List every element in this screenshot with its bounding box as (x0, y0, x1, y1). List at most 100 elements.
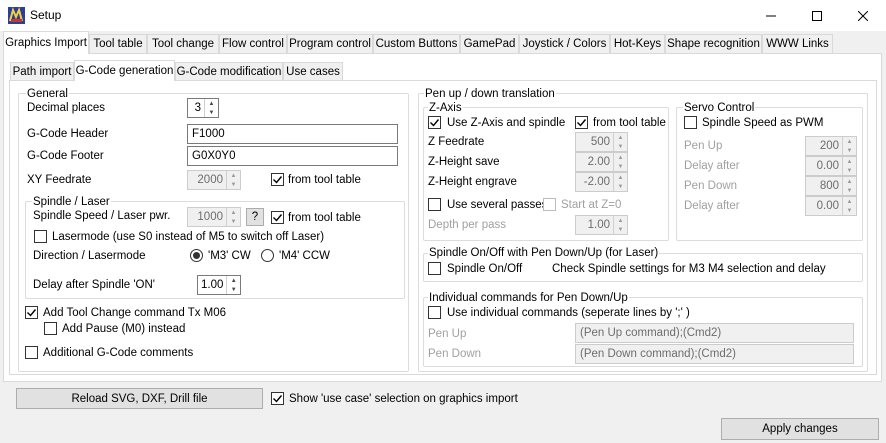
m4-ccw-radio[interactable] (261, 249, 274, 262)
delay-after-spindle-label: Delay after Spindle 'ON' (33, 279, 156, 291)
z-height-save-value: 2.00 (587, 156, 610, 168)
stepper-up-icon[interactable]: ▲ (843, 177, 856, 186)
stepper-down-icon[interactable]: ▼ (843, 206, 856, 215)
decimal-places-stepper[interactable]: 3 ▲ ▼ (187, 98, 219, 118)
gcode-header-input[interactable]: F1000 (187, 124, 398, 144)
gcode-footer-input[interactable]: G0X0Y0 (187, 146, 398, 166)
start-at-z0-checkbox[interactable] (543, 198, 556, 211)
tab-www-links[interactable]: WWW Links (762, 34, 833, 53)
tab-graphics-import[interactable]: Graphics Import (3, 31, 89, 54)
servo-delay2-stepper[interactable]: 0.00 ▲ ▼ (805, 196, 857, 216)
reload-file-button[interactable]: Reload SVG, DXF, Drill file (16, 388, 263, 409)
stepper-down-icon[interactable]: ▼ (227, 180, 240, 189)
stepper-up-icon[interactable]: ▲ (843, 197, 856, 206)
stepper-down-icon[interactable]: ▼ (614, 225, 627, 234)
pwm-checkbox[interactable] (684, 116, 697, 129)
individual-commands-checkbox[interactable] (428, 306, 441, 319)
add-pause-label: Add Pause (M0) instead (62, 323, 186, 335)
stepper-down-icon[interactable]: ▼ (614, 182, 627, 191)
show-use-case-label: Show 'use case' selection on graphics im… (289, 393, 518, 405)
delay-after-spindle-stepper[interactable]: 1.00 ▲ ▼ (197, 275, 241, 295)
spindle-help-button[interactable]: ? (246, 208, 264, 226)
stepper-down-icon[interactable]: ▼ (614, 142, 627, 151)
m3-cw-radio[interactable] (190, 249, 203, 262)
tool-change-label: Add Tool Change command Tx M06 (43, 307, 227, 319)
add-pause-checkbox[interactable] (44, 322, 57, 335)
tab-program-control[interactable]: Program control (287, 34, 373, 53)
z-feedrate-value: 500 (590, 136, 610, 148)
tab-tool-table[interactable]: Tool table (89, 34, 147, 53)
individual-pen-up-input[interactable]: (Pen Up command);(Cmd2) (575, 323, 854, 343)
tab-custom-buttons[interactable]: Custom Buttons (373, 34, 460, 53)
lasermode-label: Lasermode (use S0 instead of M5 to switc… (52, 231, 325, 243)
stepper-up-icon[interactable]: ▲ (205, 99, 218, 108)
depth-per-pass-label: Depth per pass (428, 219, 506, 231)
stepper-up-icon[interactable]: ▲ (227, 208, 240, 217)
tab-use-cases[interactable]: Use cases (283, 62, 343, 80)
tab-hot-keys[interactable]: Hot-Keys (610, 34, 665, 53)
stepper-up-icon[interactable]: ▲ (227, 276, 240, 285)
several-passes-checkbox[interactable] (428, 198, 441, 211)
apply-changes-button[interactable]: Apply changes (721, 418, 879, 440)
stepper-down-icon[interactable]: ▼ (843, 186, 856, 195)
individual-pen-down-input[interactable]: (Pen Down command);(Cmd2) (575, 344, 854, 364)
close-button[interactable] (840, 0, 886, 31)
lasermode-checkbox[interactable] (34, 230, 47, 243)
servo-pen-up-stepper[interactable]: 200 ▲ ▼ (805, 136, 857, 156)
use-z-axis-checkbox[interactable] (428, 116, 441, 129)
spindle-onoff-checkbox[interactable] (428, 262, 441, 275)
servo-delay1-stepper[interactable]: 0.00 ▲ ▼ (805, 156, 857, 176)
tab-tool-change[interactable]: Tool change (147, 34, 219, 53)
stepper-up-icon[interactable]: ▲ (614, 153, 627, 162)
xy-feedrate-stepper[interactable]: 2000 ▲ ▼ (187, 170, 241, 190)
xy-from-tool-table-checkbox[interactable] (271, 173, 284, 186)
show-use-case-checkbox[interactable] (271, 392, 284, 405)
z-height-save-stepper[interactable]: 2.00 ▲ ▼ (575, 152, 628, 172)
maximize-icon (812, 10, 822, 21)
depth-per-pass-stepper[interactable]: 1.00 ▲ ▼ (575, 215, 628, 235)
spindle-speed-stepper[interactable]: 1000 ▲ ▼ (187, 207, 241, 227)
spindle-from-tool-table-checkbox[interactable] (271, 211, 284, 224)
servo-pen-down-stepper[interactable]: 800 ▲ ▼ (805, 176, 857, 196)
gcode-comments-checkbox[interactable] (25, 346, 38, 359)
individual-pen-down-label: Pen Down (428, 348, 482, 360)
tab-joystick-colors[interactable]: Joystick / Colors (519, 34, 610, 53)
decimal-places-label: Decimal places (27, 102, 105, 114)
tab-gamepad[interactable]: GamePad (460, 34, 519, 53)
stepper-up-icon[interactable]: ▲ (227, 171, 240, 180)
tab-flow-control[interactable]: Flow control (219, 34, 287, 53)
pwm-label: Spindle Speed as PWM (702, 117, 824, 129)
stepper-down-icon[interactable]: ▼ (227, 285, 240, 294)
stepper-up-icon[interactable]: ▲ (843, 137, 856, 146)
gcode-comments-label: Additional G-Code comments (43, 347, 194, 359)
tab-shape-recognition[interactable]: Shape recognition (665, 34, 762, 53)
z-feedrate-stepper[interactable]: 500 ▲ ▼ (575, 132, 628, 152)
checkmark-icon (430, 119, 440, 127)
use-z-axis-label: Use Z-Axis and spindle (447, 117, 566, 129)
tab-path-import[interactable]: Path import (10, 62, 74, 80)
stepper-down-icon[interactable]: ▼ (205, 108, 218, 117)
spindle-speed-value: 1000 (197, 211, 223, 223)
stepper-down-icon[interactable]: ▼ (614, 162, 627, 171)
stepper-up-icon[interactable]: ▲ (614, 173, 627, 182)
z-from-tool-table-checkbox[interactable] (575, 116, 588, 129)
stepper-down-icon[interactable]: ▼ (227, 217, 240, 226)
stepper-down-icon[interactable]: ▼ (843, 166, 856, 175)
spindle-laser-title: Spindle / Laser (32, 196, 111, 208)
z-height-engrave-stepper[interactable]: -2.00 ▲ ▼ (575, 172, 628, 192)
servo-delay2-value: 0.00 (816, 200, 839, 212)
stepper-down-icon[interactable]: ▼ (843, 146, 856, 155)
stepper-up-icon[interactable]: ▲ (843, 157, 856, 166)
xy-feedrate-value: 2000 (197, 174, 223, 186)
spindle-onoff-label: Spindle On/Off (447, 263, 523, 275)
tab-gcode-modification[interactable]: G-Code modification (175, 62, 283, 80)
z-from-tool-table-label: from tool table (593, 117, 666, 129)
individual-commands-title: Individual commands for Pen Down/Up (428, 292, 629, 304)
stepper-up-icon[interactable]: ▲ (614, 133, 627, 142)
stepper-up-icon[interactable]: ▲ (614, 216, 627, 225)
tool-change-checkbox[interactable] (25, 306, 38, 319)
z-height-engrave-label: Z-Height engrave (428, 176, 517, 188)
maximize-button[interactable] (794, 0, 840, 31)
minimize-button[interactable] (748, 0, 794, 31)
tab-gcode-generation[interactable]: G-Code generation (74, 60, 175, 81)
